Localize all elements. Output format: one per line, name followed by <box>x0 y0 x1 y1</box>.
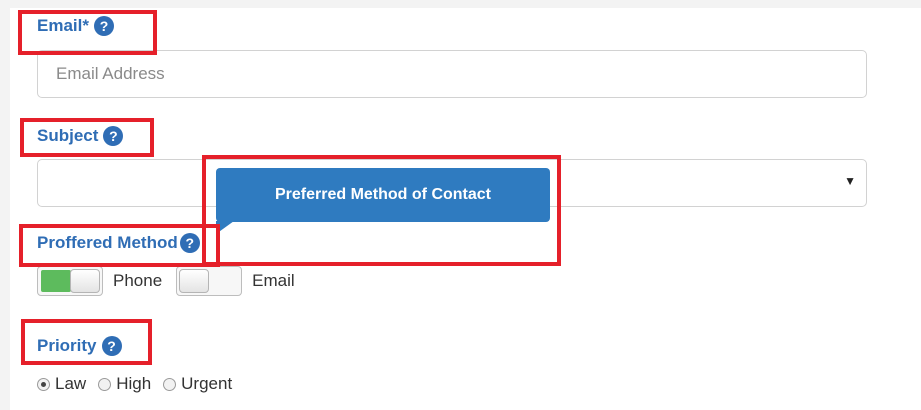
highlight-box-priority <box>21 319 152 365</box>
priority-radio-urgent[interactable] <box>163 377 177 391</box>
email-toggle-label: Email <box>252 271 295 290</box>
highlight-box-contact-method <box>19 224 220 267</box>
toggle-track <box>41 270 71 292</box>
highlight-box-email <box>18 10 157 55</box>
chevron-down-icon: ▼ <box>844 174 856 188</box>
priority-option-label: Law <box>55 374 87 393</box>
phone-toggle[interactable] <box>37 266 103 296</box>
phone-toggle-label: Phone <box>113 271 163 290</box>
toggle-knob <box>70 269 100 293</box>
toggle-knob <box>179 269 210 293</box>
contact-method-toggles: Phone Email <box>37 266 309 296</box>
highlight-box-tooltip <box>202 155 561 266</box>
email-toggle[interactable] <box>176 266 243 296</box>
priority-option-label: Urgent <box>181 374 233 393</box>
priority-radio-law[interactable] <box>37 377 50 391</box>
highlight-box-subject <box>20 118 154 157</box>
priority-radio-group: Law High Urgent <box>37 374 244 394</box>
priority-option-label: High <box>116 374 152 393</box>
email-input[interactable] <box>37 50 867 98</box>
priority-radio-high[interactable] <box>98 377 112 391</box>
